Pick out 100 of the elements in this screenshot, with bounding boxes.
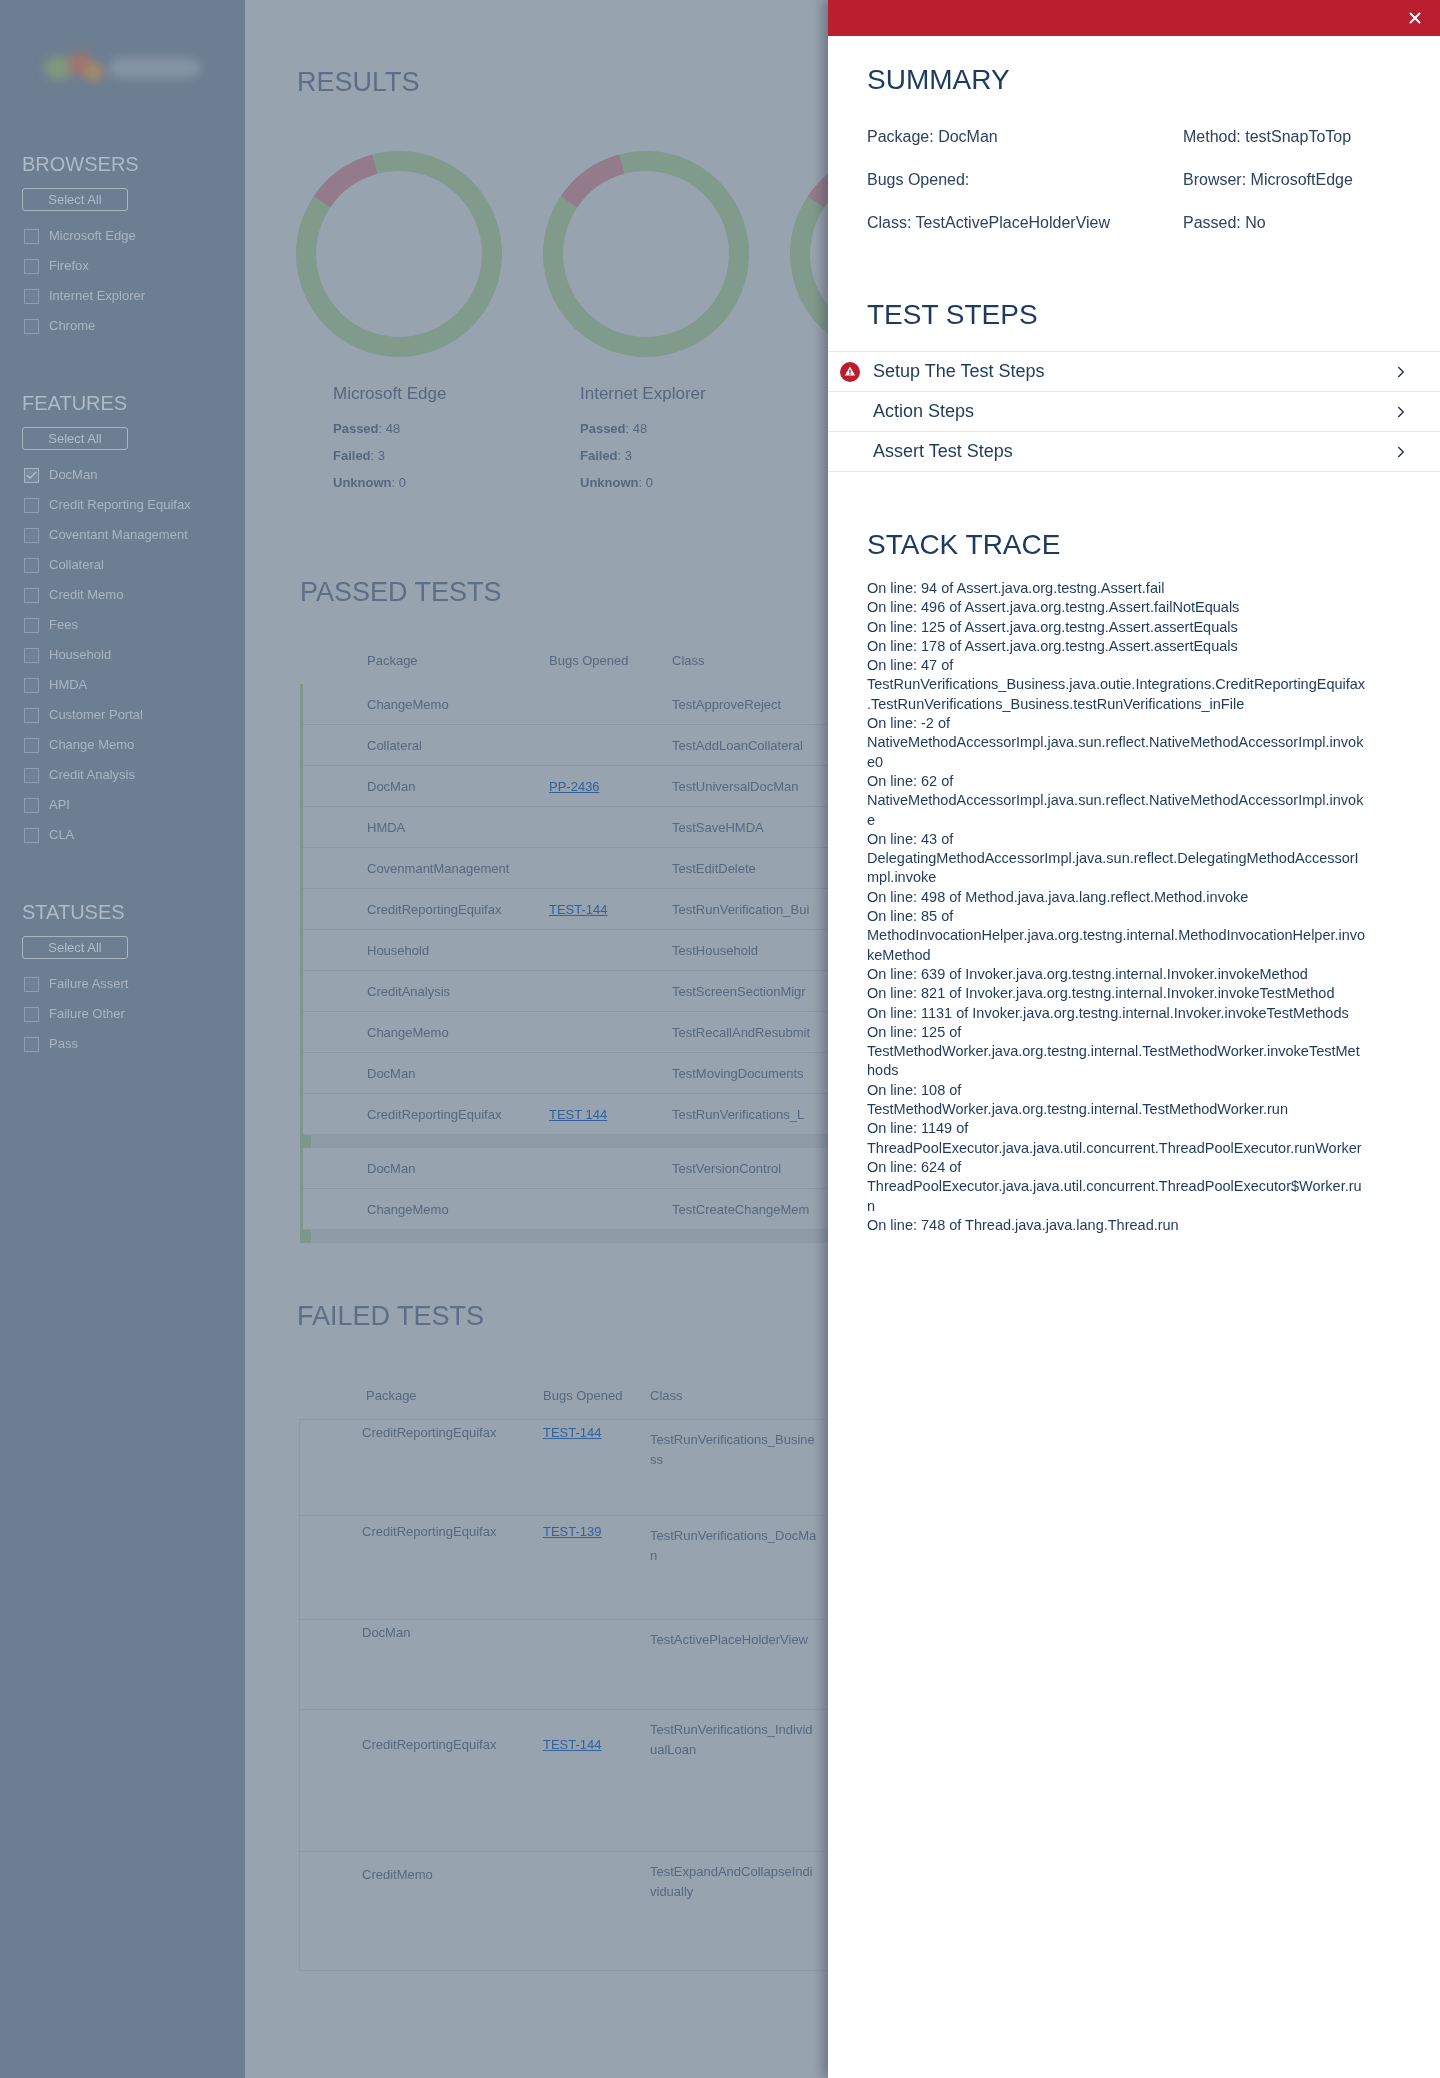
checkbox[interactable] [24, 1006, 39, 1022]
filter-label[interactable]: Coventant Management [49, 525, 188, 545]
filter-label[interactable]: Collateral [49, 555, 104, 575]
stack-trace-line: On line: 821 of Invoker.java.org.testng.internal.Invoker.invokeTestMethod [867, 984, 1336, 1004]
table-cell: DocMan [362, 1625, 411, 1640]
stack-trace-line: On line: 85 of MethodInvocationHelper.java.org.testng.internal.MethodInvocationHelper.invokeMethod [867, 907, 1366, 965]
checkbox[interactable] [24, 737, 39, 753]
filter-label[interactable]: Chrome [49, 316, 96, 336]
table-cell: CreditAnalysis [367, 984, 451, 999]
checkbox[interactable] [24, 767, 39, 783]
row-marker [300, 1230, 311, 1243]
table-cell: CreditReportingEquifax [362, 1425, 497, 1440]
filter-label[interactable]: Internet Explorer [49, 286, 146, 306]
table-cell: TestCreateChangeMem [672, 1202, 810, 1217]
filter-label[interactable]: Pass [49, 1034, 78, 1054]
filter-label[interactable]: API [49, 795, 70, 815]
table-cell: ChangeMemo [367, 1025, 449, 1040]
checkbox[interactable] [24, 976, 39, 992]
table-cell: CreditMemo [362, 1867, 433, 1882]
select-all-button[interactable]: Select All [22, 188, 128, 211]
filter-label[interactable]: Credit Reporting Equifax [49, 495, 191, 515]
test-step-row[interactable]: Action Steps [828, 392, 1440, 432]
table-cell: ChangeMemo [367, 1202, 449, 1217]
table-cell: CreditReportingEquifax [367, 902, 502, 917]
checkbox[interactable] [24, 258, 39, 274]
table-cell: ChangeMemo [367, 697, 449, 712]
table-cell: TestEditDelete [672, 861, 756, 876]
table-cell: TestHousehold [672, 943, 758, 958]
table-cell: TestAddLoanCollateral [672, 738, 803, 753]
checkbox[interactable] [24, 707, 39, 723]
bug-link[interactable]: TEST-144 [543, 1425, 602, 1440]
result-stat: Unknown: 0 [333, 474, 407, 492]
bug-link[interactable]: TEST-144 [549, 902, 608, 917]
table-cell-text: TestRunVerifications_Business [650, 1431, 816, 1469]
filter-label[interactable]: Customer Portal [49, 705, 143, 725]
select-all-button[interactable]: Select All [22, 427, 128, 450]
result-stat: Unknown: 0 [580, 474, 654, 492]
section-heading: TEST STEPS [867, 299, 1039, 331]
stack-trace-line: On line: 624 of ThreadPoolExecutor.java.java.util.concurrent.ThreadPoolExecutor$Worker.run [867, 1157, 1363, 1216]
checkbox[interactable] [24, 617, 39, 633]
checkbox[interactable] [24, 827, 39, 843]
filter-label[interactable]: Credit Analysis [49, 765, 135, 785]
stack-trace-line: On line: 1131 of Invoker.java.org.testng.internal.Invoker.invokeTestMethods [867, 1003, 1350, 1023]
browser-name: Internet Explorer [580, 383, 707, 405]
checkbox[interactable] [24, 318, 39, 334]
checkbox[interactable] [24, 497, 39, 513]
summary-field: Passed: No [1183, 214, 1266, 231]
test-step-row[interactable]: Assert Test Steps [828, 432, 1440, 472]
checkbox[interactable] [24, 677, 39, 693]
filter-label[interactable]: Change Memo [49, 735, 135, 755]
bug-link[interactable]: PP-2436 [549, 779, 600, 794]
checkbox[interactable] [24, 557, 39, 573]
filter-label[interactable]: Credit Memo [49, 585, 124, 605]
filter-label[interactable]: Firefox [49, 256, 89, 276]
table-cell: CovenmantManagement [367, 861, 510, 876]
checkbox[interactable] [24, 288, 39, 304]
stack-trace-line: On line: -2 of NativeMethodAccessorImpl.java.sun.reflect.NativeMethodAccessorImpl.invoke0 [867, 714, 1365, 772]
section-heading: PASSED TESTS [300, 576, 503, 608]
table-cell: DocMan [367, 779, 416, 794]
test-step-row[interactable]: Setup The Test Steps [828, 352, 1440, 392]
section-heading: FAILED TESTS [297, 1300, 486, 1332]
checkbox[interactable] [24, 467, 39, 483]
filter-label[interactable]: CLA [49, 825, 75, 845]
checkbox[interactable] [24, 797, 39, 813]
filter-label[interactable]: Microsoft Edge [49, 226, 136, 246]
checkbox[interactable] [24, 647, 39, 663]
table-cell: TestUniversalDocMan [672, 779, 799, 794]
stack-trace-line: On line: 108 of TestMethodWorker.java.org.testng.internal.TestMethodWorker.run [867, 1080, 1289, 1119]
bug-link[interactable]: TEST 144 [549, 1107, 608, 1122]
summary-field: Bugs Opened: [867, 171, 970, 188]
filter-label[interactable]: DocMan [49, 465, 98, 485]
table-cell: CreditReportingEquifax [367, 1107, 502, 1122]
table-cell: Household [367, 943, 430, 958]
stack-trace-line: On line: 43 of DelegatingMethodAccessorImpl.java.sun.reflect.DelegatingMethodAccessorImpl.invoke [867, 829, 1360, 888]
section-heading: RESULTS [297, 66, 421, 98]
checkbox[interactable] [24, 527, 39, 543]
summary-field: Package: DocMan [867, 128, 998, 145]
stack-trace-line: On line: 125 of TestMethodWorker.java.org.testng.internal.TestMethodWorker.invokeTestMethods [867, 1022, 1361, 1081]
bug-link[interactable]: TEST-139 [543, 1524, 602, 1539]
close-button[interactable] [1406, 9, 1424, 27]
filter-label[interactable]: Fees [49, 615, 78, 635]
bug-link[interactable]: TEST-144 [543, 1737, 602, 1752]
checkbox[interactable] [24, 587, 39, 603]
column-header: Class [650, 1388, 683, 1403]
summary-field: Browser: MicrosoftEdge [1183, 171, 1353, 188]
result-stat: Failed: 3 [580, 447, 634, 465]
select-all-button[interactable]: Select All [22, 936, 128, 959]
section-heading: STATUSES [22, 900, 126, 924]
filter-label[interactable]: Household [49, 645, 112, 665]
stack-trace-line: On line: 178 of Assert.java.org.testng.Assert.assertEquals [867, 636, 1239, 656]
filter-label[interactable]: Failure Assert [49, 974, 129, 994]
filter-label[interactable]: HMDA [49, 675, 88, 695]
result-stat: Failed: 3 [333, 447, 387, 465]
column-header: Package [367, 653, 418, 668]
table-cell-text: TestActivePlaceHolderView [650, 1631, 809, 1649]
table-cell: TestRunVerification_Bui [672, 902, 810, 917]
filter-label[interactable]: Failure Other [49, 1004, 125, 1024]
checkbox[interactable] [24, 1036, 39, 1052]
checkbox[interactable] [24, 228, 39, 244]
section-heading: BROWSERS [22, 152, 140, 176]
